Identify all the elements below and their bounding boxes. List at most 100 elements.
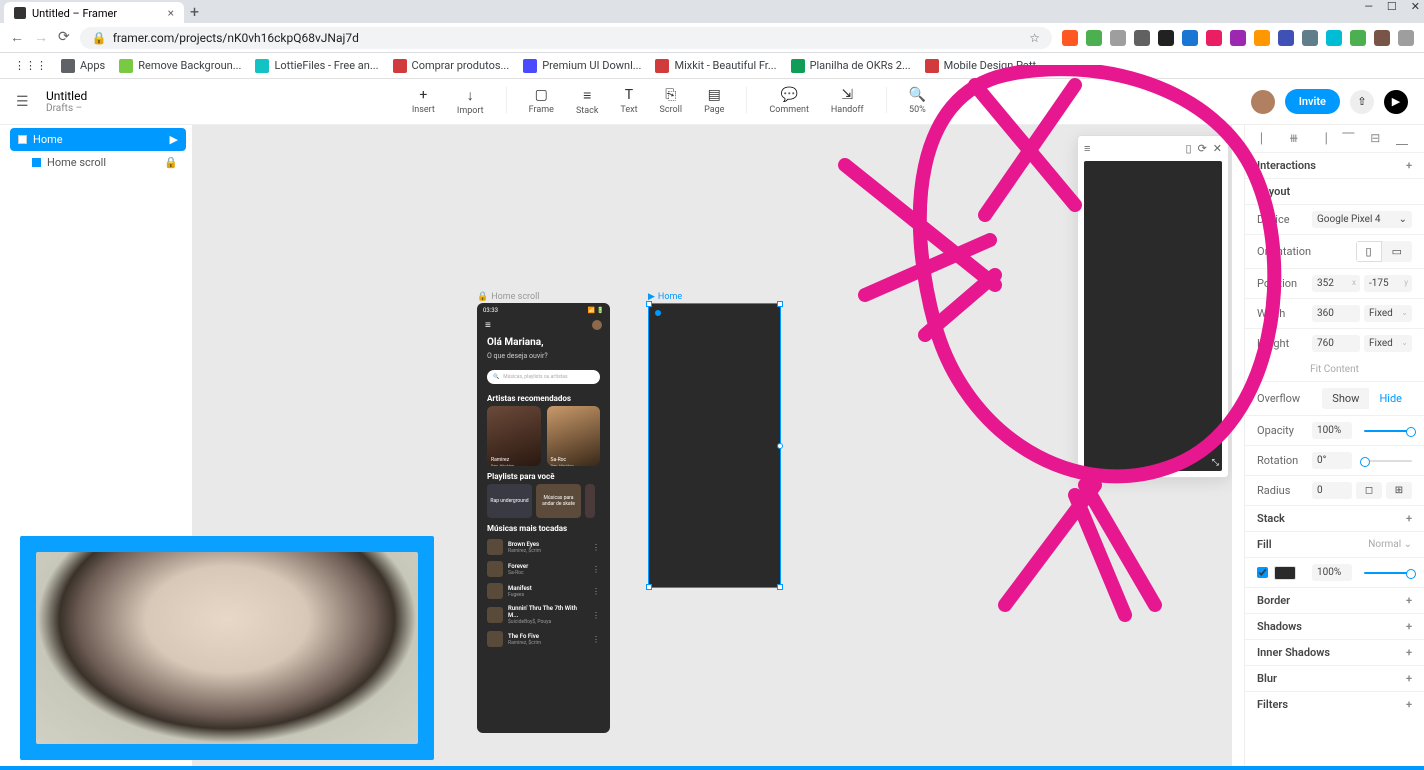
nav-back-icon[interactable]: ←	[10, 29, 24, 46]
bookmark-item[interactable]: Mixkit - Beautiful Fr...	[655, 59, 776, 73]
width-mode[interactable]: Fixed⌄	[1364, 305, 1412, 322]
plus-icon[interactable]: +	[1406, 646, 1412, 659]
tool-stack[interactable]: ≡Stack	[576, 87, 598, 116]
extension-icon[interactable]	[1374, 30, 1390, 46]
frame-label-selected[interactable]: ▶ Home	[648, 292, 682, 302]
align-top-icon[interactable]: ⎺	[1342, 131, 1354, 146]
bookmark-item[interactable]: Remove Backgroun...	[119, 59, 241, 73]
plus-icon[interactable]: +	[1406, 512, 1412, 525]
plus-icon[interactable]: +	[1406, 594, 1412, 607]
nav-forward-icon[interactable]: →	[34, 29, 48, 46]
fill-color-chip[interactable]	[1274, 566, 1296, 580]
rotation-input[interactable]: 0°	[1312, 452, 1352, 469]
extension-icon[interactable]	[1110, 30, 1126, 46]
page-home-scroll[interactable]: Home scroll 🔒	[10, 151, 186, 174]
user-avatar[interactable]	[1251, 90, 1275, 114]
extension-icon[interactable]	[1062, 30, 1078, 46]
preview-popup[interactable]: ≡ ▯ ⟳ ✕ ⤡	[1077, 135, 1229, 478]
height-input[interactable]: 760	[1312, 335, 1360, 352]
frame-label-locked[interactable]: 🔒 Home scroll	[477, 292, 540, 302]
resize-handle[interactable]	[777, 584, 783, 590]
extension-icon[interactable]	[1134, 30, 1150, 46]
play-icon[interactable]: ▶	[170, 133, 178, 146]
doc-title-block[interactable]: Untitled Drafts –	[46, 89, 87, 114]
window-minimize-icon[interactable]: —	[1364, 0, 1373, 13]
tool-frame[interactable]: ▢Frame	[529, 87, 554, 116]
resize-icon[interactable]: ⤡	[1212, 458, 1219, 468]
extension-icon[interactable]	[1158, 30, 1174, 46]
tool-text[interactable]: TText	[620, 87, 637, 116]
align-center-icon[interactable]: ⧻	[1289, 131, 1299, 146]
fill-opacity-slider[interactable]	[1364, 572, 1412, 574]
plus-icon[interactable]: +	[1406, 620, 1412, 633]
tool-insert[interactable]: +Insert	[412, 87, 435, 116]
tab-close-icon[interactable]: ×	[168, 6, 174, 20]
orientation-toggle[interactable]: ▯▭	[1356, 241, 1412, 262]
share-icon[interactable]: ⇧	[1350, 90, 1374, 114]
plus-icon[interactable]: +	[1406, 159, 1412, 172]
window-close-icon[interactable]: ✕	[1411, 0, 1420, 13]
invite-button[interactable]: Invite	[1285, 89, 1340, 114]
play-button[interactable]: ▶	[1384, 90, 1408, 114]
bookmark-item[interactable]: Apps	[61, 59, 105, 73]
align-middle-icon[interactable]: ⊟	[1370, 131, 1380, 146]
frame-home-scroll[interactable]: 03:33📶 🔋 ≡ Olá Mariana, O que deseja ouv…	[477, 303, 610, 733]
section-inner-shadows[interactable]: Inner Shadows+	[1245, 639, 1424, 665]
overflow-toggle[interactable]: ShowHide	[1322, 388, 1412, 409]
resize-handle[interactable]	[646, 301, 652, 307]
section-stack[interactable]: Stack+	[1245, 505, 1424, 531]
section-blur[interactable]: Blur+	[1245, 665, 1424, 691]
page-home[interactable]: Home ▶	[10, 128, 186, 151]
extension-icon[interactable]	[1206, 30, 1222, 46]
nav-reload-icon[interactable]: ⟳	[58, 29, 70, 46]
pos-y-input[interactable]: -175y	[1364, 275, 1412, 292]
align-controls[interactable]: ⎸ ⧻ ⎹ ⎺ ⊟ ⎽	[1245, 125, 1424, 152]
section-shadows[interactable]: Shadows+	[1245, 613, 1424, 639]
tool-import[interactable]: ↓Import	[457, 87, 484, 116]
width-input[interactable]: 360	[1312, 305, 1360, 322]
extension-icon[interactable]	[1230, 30, 1246, 46]
tool-handoff[interactable]: ⇲Handoff	[831, 87, 864, 116]
portrait-icon[interactable]: ▯	[1356, 241, 1382, 262]
extension-icon[interactable]	[1278, 30, 1294, 46]
tool-page[interactable]: ▤Page	[704, 87, 724, 116]
opacity-slider[interactable]	[1364, 430, 1412, 432]
bookmark-item[interactable]: Planilha de OKRs 2...	[791, 59, 911, 73]
browser-tab[interactable]: Untitled – Framer ×	[4, 2, 184, 24]
extension-icon[interactable]	[1182, 30, 1198, 46]
plus-icon[interactable]: +	[1406, 698, 1412, 711]
bookmark-item[interactable]: Mobile Design Patt...	[925, 59, 1045, 73]
opacity-input[interactable]: 100%	[1312, 422, 1352, 439]
radius-multi-icon[interactable]: ⊞	[1386, 482, 1412, 499]
star-icon[interactable]: ☆	[1029, 31, 1040, 45]
radius-input[interactable]: 0	[1312, 482, 1352, 499]
preview-menu-icon[interactable]: ≡	[1084, 142, 1090, 155]
fit-content-button[interactable]: Fit Content	[1245, 358, 1424, 381]
bookmark-item[interactable]: Comprar produtos...	[393, 59, 510, 73]
align-left-icon[interactable]: ⎸	[1261, 131, 1273, 146]
landscape-icon[interactable]: ▭	[1382, 241, 1412, 262]
tool-comment[interactable]: 💬Comment	[769, 87, 808, 116]
url-field[interactable]: 🔒 framer.com/projects/nK0vh16ckpQ68vJNaj…	[80, 27, 1052, 49]
frame-home-selected[interactable]	[648, 303, 781, 588]
resize-handle[interactable]	[777, 301, 783, 307]
pos-x-input[interactable]: 352x	[1312, 275, 1360, 292]
resize-handle[interactable]	[646, 584, 652, 590]
extension-icon[interactable]	[1350, 30, 1366, 46]
rotation-slider[interactable]	[1364, 460, 1412, 462]
fill-opacity-input[interactable]: 100%	[1312, 564, 1352, 581]
extension-icon[interactable]	[1398, 30, 1414, 46]
tool-50%[interactable]: 🔍50%	[909, 87, 926, 116]
resize-handle[interactable]	[777, 443, 783, 449]
extension-icon[interactable]	[1086, 30, 1102, 46]
device-select[interactable]: Google Pixel 4⌄	[1312, 211, 1412, 228]
extension-icon[interactable]	[1326, 30, 1342, 46]
menu-icon[interactable]: ☰	[16, 94, 36, 110]
align-bottom-icon[interactable]: ⎽	[1396, 131, 1408, 146]
fill-enabled-checkbox[interactable]	[1257, 567, 1268, 578]
section-interactions[interactable]: Interactions+	[1245, 152, 1424, 178]
window-maximize-icon[interactable]: ☐	[1387, 0, 1397, 13]
reload-icon[interactable]: ⟳	[1198, 142, 1207, 155]
extension-icon[interactable]	[1302, 30, 1318, 46]
section-filters[interactable]: Filters+	[1245, 691, 1424, 717]
